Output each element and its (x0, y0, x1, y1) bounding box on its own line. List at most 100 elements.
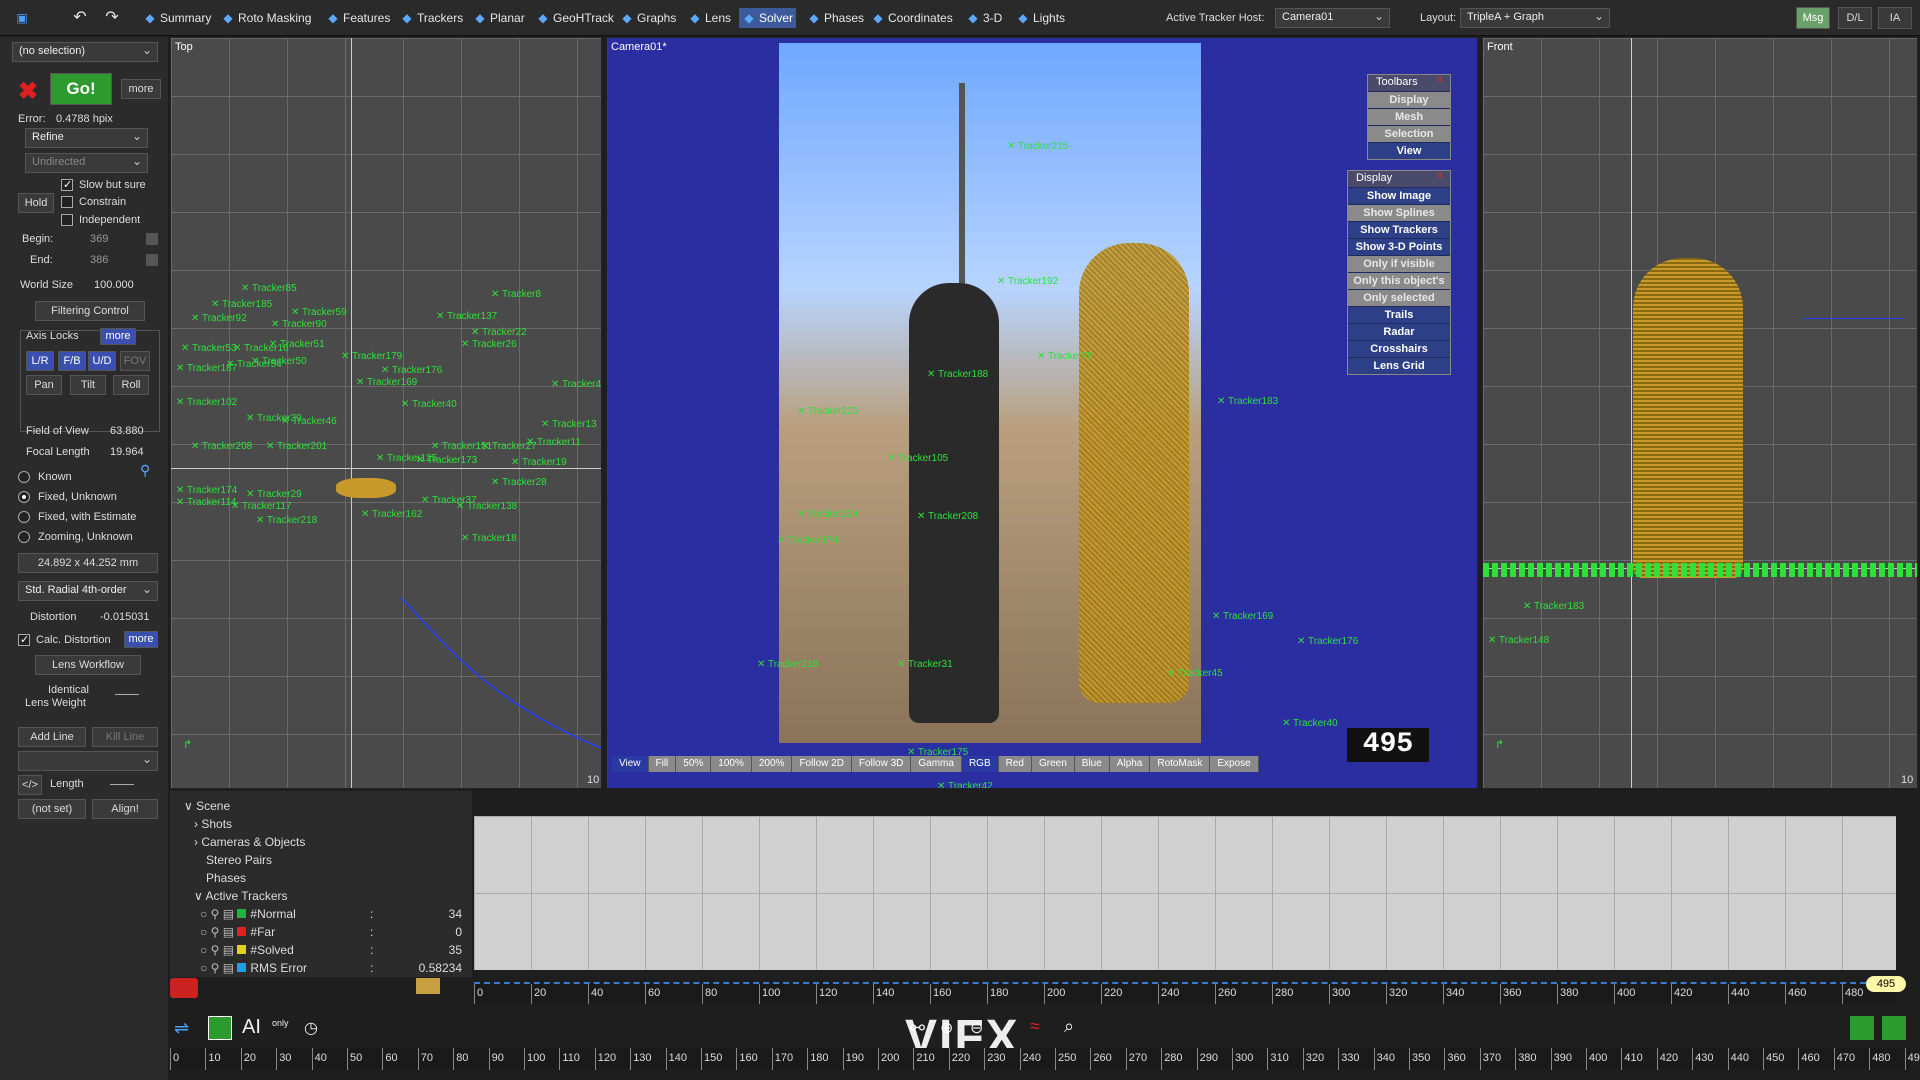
lens-weight-slider[interactable] (115, 694, 139, 695)
lens-workflow-button[interactable]: Lens Workflow (35, 655, 141, 675)
tracker-label[interactable]: Tracker45 (1167, 668, 1223, 679)
cam-bar-50--button[interactable]: 50% (676, 756, 712, 772)
tracker-label[interactable]: Tracker218 (256, 515, 317, 526)
tracker-label[interactable]: Tracker174 (777, 535, 838, 546)
menu-item-radar[interactable]: Radar (1348, 323, 1450, 340)
toolbar-summary-button[interactable]: ◆ Summary (140, 8, 214, 28)
code-icon[interactable]: </> (18, 775, 42, 795)
line-select[interactable] (18, 751, 158, 771)
menu-item-display[interactable]: Display (1368, 91, 1450, 108)
tree-phases[interactable]: Phases (206, 871, 246, 885)
msg-button[interactable]: Msg (1796, 7, 1830, 29)
tree-cameras[interactable]: › Cameras & Objects (194, 835, 305, 849)
tracker-label[interactable]: Tracker8 (491, 289, 541, 300)
tracker-label[interactable]: Tracker138 (456, 501, 517, 512)
tracker-label[interactable]: Tracker162 (361, 509, 422, 520)
front-viewport[interactable]: Front Tracker183 Tracker148 ↱ 10 (1482, 37, 1918, 789)
menu-item-only-if-visible[interactable]: Only if visible (1348, 255, 1450, 272)
tracker-label[interactable]: Tracker92 (191, 313, 247, 324)
toolbar-solver-button[interactable]: ◆ Solver (739, 8, 797, 28)
dl-button[interactable]: D/L (1838, 7, 1872, 29)
graph-mode-icon[interactable] (1850, 1016, 1874, 1040)
camera-icon[interactable]: ⇌ (174, 1018, 189, 1039)
toolbar-geohtrack-button[interactable]: ◆ GeoHTrack (533, 8, 617, 28)
hold-button[interactable]: Hold (18, 193, 54, 213)
cam-bar-gamma-button[interactable]: Gamma (911, 756, 962, 772)
menu-item-trails[interactable]: Trails (1348, 306, 1450, 323)
timeline-graph[interactable] (474, 816, 1896, 970)
menu-item-only-selected[interactable]: Only selected (1348, 289, 1450, 306)
tracker-label[interactable]: Tracker176 (1297, 636, 1358, 647)
cam-bar-alpha-button[interactable]: Alpha (1109, 756, 1151, 772)
tracker-label[interactable]: Tracker19 (511, 457, 567, 468)
calc-more-button[interactable]: more (124, 631, 158, 648)
tracker-label[interactable]: Tracker185 (211, 299, 272, 310)
not-set-button[interactable]: (not set) (18, 799, 86, 819)
tracker-label[interactable]: Tracker201 (266, 441, 327, 452)
independent-checkbox[interactable] (61, 214, 73, 226)
graph-icon[interactable] (208, 1016, 232, 1040)
tracker-label[interactable]: Tracker169 (356, 377, 417, 388)
zooming-radio[interactable] (18, 531, 30, 543)
tracker-label[interactable]: Tracker42 (937, 781, 993, 788)
menu-item-show-trackers[interactable]: Show Trackers (1348, 221, 1450, 238)
tracker-label[interactable]: Tracker137 (436, 311, 497, 322)
tracker-label[interactable]: Tracker105 (887, 453, 948, 464)
timeline-ruler[interactable]: 0 20 40 60 80 100 120 140 160 180 200 220 240 260 280 3… (474, 982, 1896, 1004)
go-more-button[interactable]: more (121, 79, 161, 99)
menu-item-mesh[interactable]: Mesh (1368, 108, 1450, 125)
toolbar-trackers-button[interactable]: ◆ Trackers (397, 8, 466, 28)
ia-button[interactable]: IA (1878, 7, 1912, 29)
cancel-icon[interactable]: ✖ (18, 77, 38, 106)
ud-button[interactable]: U/D (88, 351, 116, 371)
cam-bar-green-button[interactable]: Green (1031, 756, 1075, 772)
menu-item-show-3-d-points[interactable]: Show 3-D Points (1348, 238, 1450, 255)
tracker-label[interactable]: Tracker215 (1007, 141, 1068, 152)
tracker-label[interactable]: Tracker102 (176, 397, 237, 408)
cam-bar-200--button[interactable]: 200% (751, 756, 793, 772)
tracker-label[interactable]: Tracker192 (997, 276, 1058, 287)
fov-button[interactable]: FOV (120, 351, 150, 371)
visibility-icon[interactable]: ○ ⚲ ▤ (200, 961, 237, 975)
filtering-control-button[interactable]: Filtering Control (35, 301, 145, 321)
tracker-label[interactable]: Tracker40 (1282, 718, 1338, 729)
tracker-label[interactable]: Tracker187 (176, 363, 237, 374)
camera-viewport[interactable]: Camera01* Tracker215 Tracker192 Tracker183… (606, 37, 1478, 789)
top-viewport[interactable]: Top Tracker85 Tracker185 Tracker92 Tracker5… (170, 37, 602, 789)
tracker-label[interactable]: Tracker114 (176, 497, 236, 508)
add-line-button[interactable]: Add Line (18, 727, 86, 747)
tracker-label[interactable]: Tracker224 (797, 509, 858, 520)
fixed-unknown-radio[interactable] (18, 491, 30, 503)
tracker-label[interactable]: Tracker51 (269, 339, 325, 350)
tracker-label[interactable]: Tracker85 (241, 283, 297, 294)
cam-bar-rgb-button[interactable]: RGB (961, 756, 999, 772)
cam-bar-red-button[interactable]: Red (998, 756, 1032, 772)
end-key[interactable] (146, 254, 158, 266)
toolbar-3-d-button[interactable]: ◆ 3-D (963, 8, 1005, 28)
pan-button[interactable]: Pan (26, 375, 62, 395)
text-ai-icon[interactable]: AI (242, 1016, 261, 1039)
distortion-value[interactable]: -0.015031 (100, 611, 150, 623)
tracker-label[interactable]: Tracker148 (1488, 635, 1549, 646)
length-value[interactable] (110, 784, 134, 785)
record-icon[interactable] (170, 978, 198, 998)
toolbar-roto-masking-button[interactable]: ◆ Roto Masking (218, 8, 314, 28)
toolbar-features-button[interactable]: ◆ Features (323, 8, 393, 28)
world-size-value[interactable]: 100.000 (94, 279, 134, 291)
tracker-label[interactable]: Tracker59 (291, 307, 347, 318)
visibility-icon[interactable]: ○ ⚲ ▤ (200, 943, 237, 957)
tracker-label[interactable]: Tracker179 (341, 351, 402, 362)
toolbar-lens-button[interactable]: ◆ Lens (685, 8, 734, 28)
clock-icon[interactable]: ◷ (304, 1018, 318, 1038)
tracker-label[interactable]: Tracker117 (231, 501, 291, 512)
lens-wand-icon[interactable]: ⚲ (140, 462, 150, 479)
fb-button[interactable]: F/B (58, 351, 86, 371)
menu-item-only-this-object-s[interactable]: Only this object's (1348, 272, 1450, 289)
sensor-size-button[interactable]: 24.892 x 44.252 mm (18, 553, 158, 573)
redo-icon[interactable]: ↷ (102, 8, 122, 28)
track-only-icon[interactable]: only (272, 1018, 289, 1028)
undirected-select[interactable]: Undirected (25, 153, 148, 173)
tilt-button[interactable]: Tilt (70, 375, 106, 395)
menu-item-show-splines[interactable]: Show Splines (1348, 204, 1450, 221)
roll-button[interactable]: Roll (113, 375, 149, 395)
